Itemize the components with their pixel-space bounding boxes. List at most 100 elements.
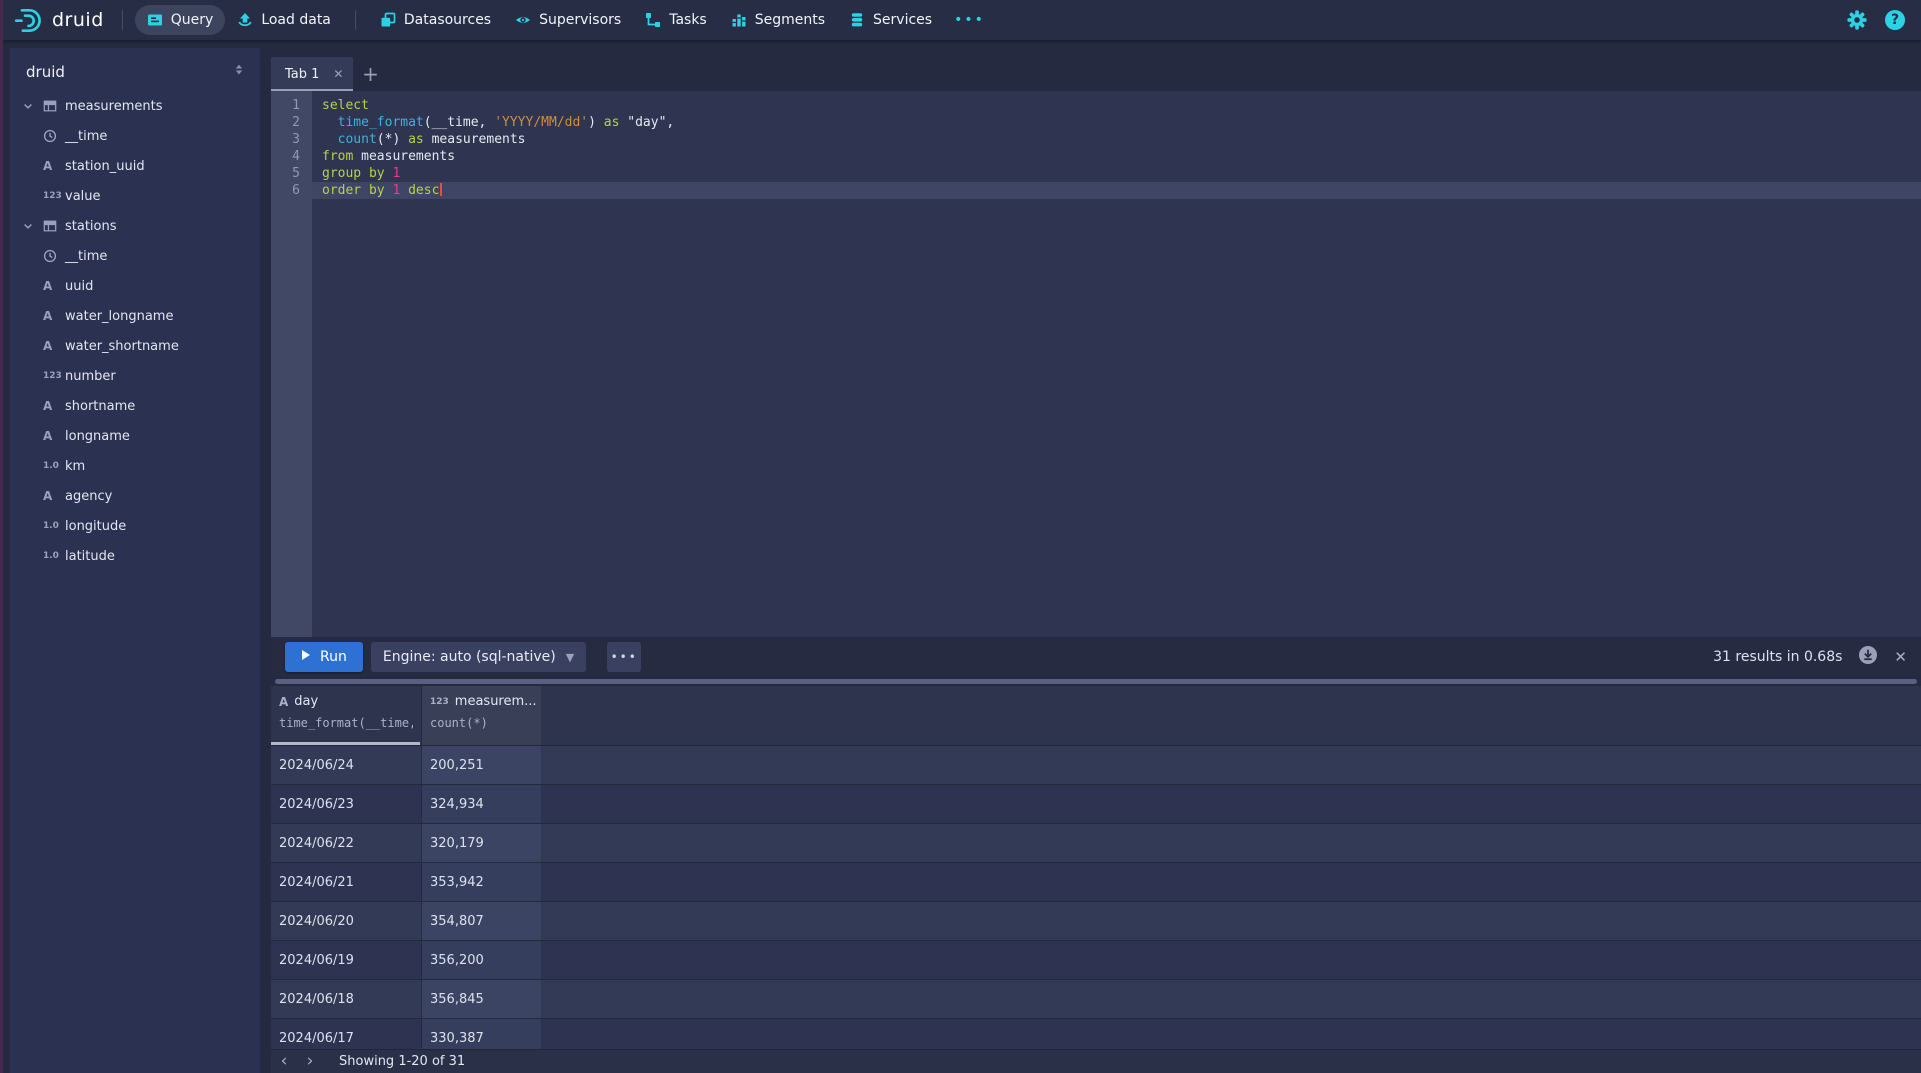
more-icon: ••• [611,650,638,664]
page-next-icon[interactable]: › [297,1050,323,1073]
string-type-icon: A [43,489,64,503]
nav-item-load-data[interactable]: Load data [225,5,343,35]
tree-item-label: longitude [65,519,126,534]
sort-icon[interactable] [232,62,246,81]
cell-measurements[interactable]: 354,807 [421,902,541,940]
close-icon[interactable]: ✕ [333,67,343,81]
cell-day[interactable]: 2024/06/21 [271,863,421,901]
cell-measurements[interactable]: 324,934 [421,785,541,823]
line-number: 6 [271,182,300,199]
nav-item-label: Query [171,12,214,28]
sidebar-table-stations[interactable]: stations [10,211,260,241]
more-icon: ••• [954,12,985,28]
code-line-4[interactable]: from measurements [312,148,1921,165]
chevron-down-icon[interactable] [22,100,43,112]
code-line-3[interactable]: count(*) as measurements [312,131,1921,148]
cell-measurements[interactable]: 353,942 [421,863,541,901]
gear-icon[interactable] [1847,10,1867,30]
sidebar-column-latitude[interactable]: 1.0latitude [10,541,260,571]
download-icon[interactable] [1858,645,1878,669]
sidebar-column-value[interactable]: 123value [10,181,260,211]
code-line-2[interactable]: time_format(__time, 'YYYY/MM/dd') as "da… [312,114,1921,131]
query-more-button[interactable]: ••• [607,642,641,672]
nav-item-tasks[interactable]: Tasks [633,5,719,35]
sidebar-column-uuid[interactable]: Auuid [10,271,260,301]
engine-label: Engine: auto (sql-native) [383,649,556,665]
tab-label: Tab 1 [285,67,319,82]
row-filler [541,785,1921,823]
tasks-icon [645,12,661,28]
tree-item-label: agency [65,489,112,504]
datasources-icon [380,12,396,28]
line-number: 5 [271,165,300,182]
code-line-5[interactable]: group by 1 [312,165,1921,182]
page-prev-icon[interactable]: ‹ [271,1050,297,1073]
navbar-right: ? [1847,10,1921,30]
sidebar-column-__time[interactable]: __time [10,241,260,271]
sidebar-column-longname[interactable]: Alongname [10,421,260,451]
string-type-icon: A [43,159,64,173]
cell-day[interactable]: 2024/06/23 [271,785,421,823]
results-footer: ‹ › Showing 1-20 of 31 [271,1049,1921,1073]
run-button[interactable]: Run [285,642,363,672]
integer-type-icon: 123 [430,697,449,707]
cell-day[interactable]: 2024/06/20 [271,902,421,940]
sidebar-column-longitude[interactable]: 1.0longitude [10,511,260,541]
engine-select[interactable]: Engine: auto (sql-native) ▼ [371,642,586,672]
line-number: 1 [271,97,300,114]
column-header-day[interactable]: A day time_format(__time, … [271,686,421,745]
sql-editor[interactable]: 123456 select time_format(__time, 'YYYY/… [271,91,1921,637]
row-filler [541,941,1921,979]
code-line-6[interactable]: order by 1 desc [312,182,1921,199]
nav-item-label: Segments [755,12,825,28]
cell-measurements[interactable]: 356,845 [421,980,541,1018]
tree-item-label: station_uuid [65,159,145,174]
brand[interactable]: druid [14,7,104,34]
cell-measurements[interactable]: 200,251 [421,746,541,784]
sidebar-column-km[interactable]: 1.0km [10,451,260,481]
horizontal-scrollbar[interactable] [275,679,1917,684]
schema-tree: measurements__timeAstation_uuid123values… [10,91,260,571]
cell-measurements[interactable]: 356,200 [421,941,541,979]
sidebar-column-number[interactable]: 123number [10,361,260,391]
nav-item-services[interactable]: Services [837,5,944,35]
load-data-icon [237,12,253,28]
editor-code[interactable]: select time_format(__time, 'YYYY/MM/dd')… [312,91,1921,637]
cell-day[interactable]: 2024/06/22 [271,824,421,862]
sidebar-column-shortname[interactable]: Ashortname [10,391,260,421]
sidebar-column-water_longname[interactable]: Awater_longname [10,301,260,331]
sidebar-column-water_shortname[interactable]: Awater_shortname [10,331,260,361]
cell-day[interactable]: 2024/06/19 [271,941,421,979]
nav-more-button[interactable]: ••• [944,12,995,28]
code-line-1[interactable]: select [312,97,1921,114]
tree-item-label: water_longname [65,309,173,324]
sidebar-table-measurements[interactable]: measurements [10,91,260,121]
nav-item-supervisors[interactable]: Supervisors [503,5,633,35]
tab-query-1[interactable]: Tab 1 ✕ [271,57,353,91]
nav-item-datasources[interactable]: Datasources [368,5,503,35]
sidebar-column-station_uuid[interactable]: Astation_uuid [10,151,260,181]
nav-item-query[interactable]: Query [135,5,226,35]
sidebar-column-agency[interactable]: Aagency [10,481,260,511]
tree-item-label: __time [65,129,107,144]
column-expression: time_format(__time, … [279,716,413,730]
string-type-icon: A [279,695,288,709]
run-bar-right: 31 results in 0.68s ✕ [1713,645,1907,669]
add-tab-button[interactable]: + [353,57,387,91]
cell-day[interactable]: 2024/06/18 [271,980,421,1018]
sidebar-column-__time[interactable]: __time [10,121,260,151]
cell-day[interactable]: 2024/06/24 [271,746,421,784]
column-header-measurements[interactable]: 123 measurem... count(*) [421,686,541,745]
help-icon[interactable]: ? [1885,10,1905,30]
chevron-down-icon: ▼ [566,651,574,664]
tree-item-label: value [65,189,101,204]
cell-measurements[interactable]: 320,179 [421,824,541,862]
tree-item-label: stations [65,219,117,234]
chevron-down-icon[interactable] [22,220,43,232]
schema-name: druid [26,63,65,81]
integer-type-icon: 123 [43,191,64,201]
close-results-icon[interactable]: ✕ [1894,648,1907,666]
schema-selector[interactable]: druid [10,48,260,91]
nav-item-segments[interactable]: Segments [719,5,837,35]
column-name: measurem... [455,694,537,709]
